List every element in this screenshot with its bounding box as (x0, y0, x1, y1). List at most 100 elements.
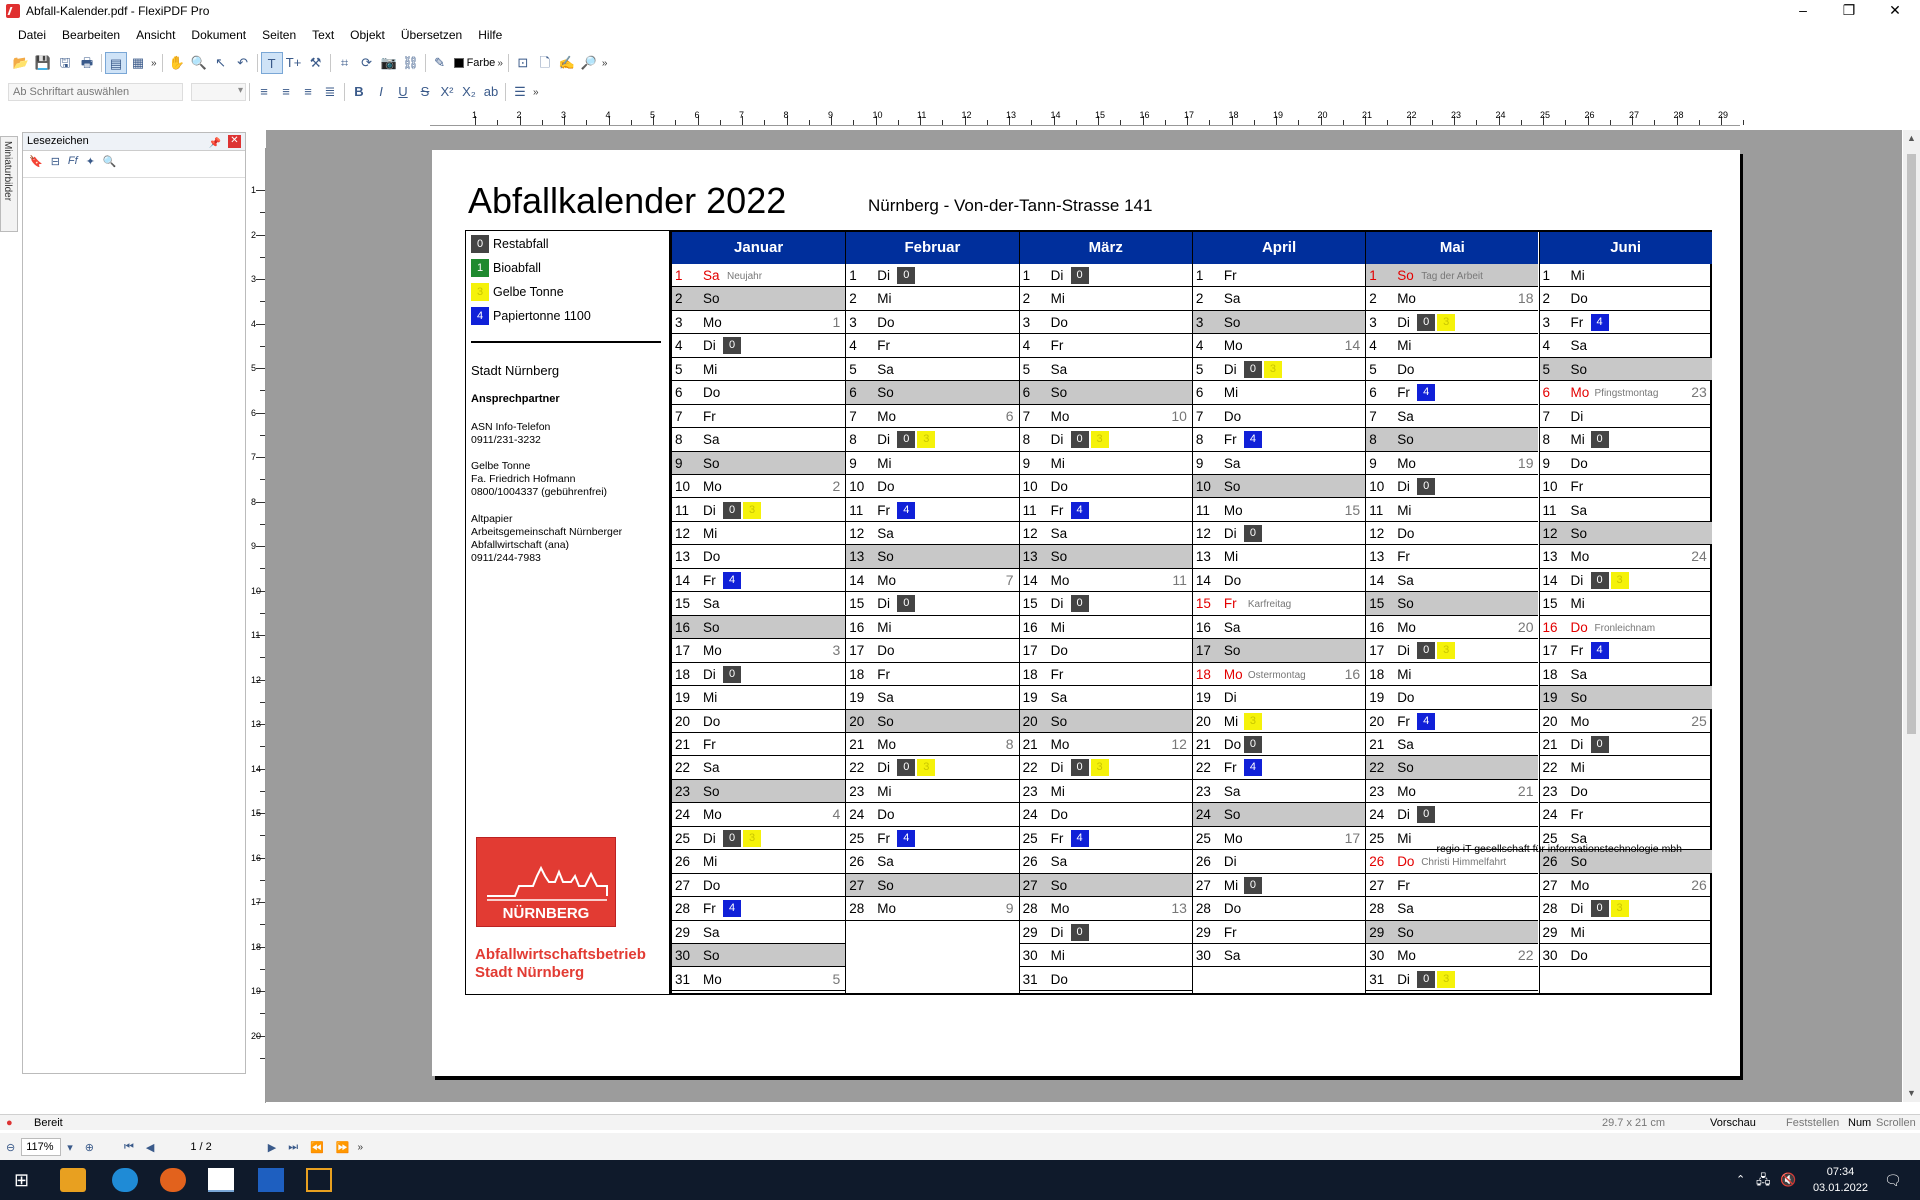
zoom-dropdown-icon[interactable]: ▾ (67, 1141, 73, 1154)
menu-hilfe[interactable]: Hilfe (478, 28, 502, 42)
hand-icon[interactable]: ✋ (166, 52, 188, 74)
highlight-icon[interactable]: ab (480, 81, 502, 103)
menu-uebersetzen[interactable]: Übersetzen (401, 28, 462, 42)
menu-dokument[interactable]: Dokument (191, 28, 246, 42)
color-swatch[interactable] (453, 58, 464, 68)
scroll-up-icon[interactable]: ▲ (1903, 130, 1920, 147)
thumbnails-tab[interactable]: Miniaturbilder (0, 136, 18, 232)
page-view-icon[interactable]: ▤ (105, 52, 127, 74)
font-select[interactable]: Ab Schriftart auswählen (8, 83, 183, 101)
align-center-icon[interactable]: ≡ (275, 81, 297, 103)
zoom-select[interactable]: 117% (21, 1138, 62, 1156)
page-indicator[interactable]: 1 / 2 (190, 1141, 211, 1153)
flexipdf-taskbar-icon[interactable] (208, 1168, 234, 1192)
day-number: 18 (1022, 666, 1038, 682)
menu-seiten[interactable]: Seiten (262, 28, 296, 42)
close-button[interactable]: ✕ (1872, 0, 1918, 22)
justify-icon[interactable]: ≣ (319, 81, 341, 103)
bold-icon[interactable]: B (348, 81, 370, 103)
strikethrough-icon[interactable]: S (414, 81, 436, 103)
ruler-tick (897, 120, 899, 125)
menu-objekt[interactable]: Objekt (350, 28, 385, 42)
print-icon[interactable]: 🖶 (76, 52, 98, 74)
font-style-icon[interactable]: Ff (68, 155, 78, 167)
system-clock[interactable]: 07:34 03.01.2022 (1813, 1164, 1868, 1196)
scroll-thumb[interactable] (1907, 154, 1916, 734)
font-size-select[interactable] (191, 83, 246, 101)
prev-page-icon[interactable]: ◀ (146, 1141, 154, 1154)
save-icon[interactable]: 💾 (32, 52, 54, 74)
text-tool-icon[interactable]: T (260, 52, 283, 74)
last-page-icon[interactable]: ⏭ (288, 1141, 298, 1154)
layout-icon[interactable]: ▦ (127, 52, 149, 74)
crop-icon[interactable]: ⌗ (334, 52, 356, 74)
form-icon[interactable]: ⊡ (512, 52, 534, 74)
zoom-in-icon[interactable]: ⊕ (85, 1141, 94, 1154)
notifications-icon[interactable]: 🗨 (1884, 1168, 1910, 1192)
menu-text[interactable]: Text (312, 28, 334, 42)
align-left-icon[interactable]: ≡ (253, 81, 275, 103)
start-icon[interactable]: ⊞ (14, 1168, 40, 1192)
minimize-button[interactable]: – (1780, 0, 1826, 22)
menu-datei[interactable]: Datei (18, 28, 46, 42)
remove-bookmark-icon[interactable]: ⊟ (51, 155, 60, 168)
ruler-label: 1 (472, 110, 478, 120)
color-label[interactable]: Farbe (467, 57, 496, 69)
day-number: 15 (1195, 596, 1211, 612)
align-right-icon[interactable]: ≡ (297, 81, 319, 103)
toolbar-more-icon-3[interactable]: » (602, 58, 608, 69)
toolbar-more-icon-4[interactable]: » (533, 87, 539, 98)
next-page-icon[interactable]: ▶ (268, 1141, 276, 1154)
first-page-icon[interactable]: ⏮ (124, 1141, 134, 1154)
day-number: 3 (1195, 314, 1204, 330)
toolbar-more-icon-2[interactable]: » (497, 58, 503, 69)
bookmarks-tree[interactable] (23, 177, 245, 1073)
subscript-icon[interactable]: X₂ (458, 81, 480, 103)
pin-icon[interactable]: 📌 (209, 135, 221, 152)
edge-icon[interactable] (112, 1168, 138, 1192)
back-icon[interactable]: ⏪ (310, 1141, 324, 1154)
save-as-icon[interactable]: 🖫 (54, 52, 76, 74)
search-bookmark-icon[interactable]: 🔍 (103, 155, 117, 168)
select-icon[interactable]: ↖ (210, 52, 232, 74)
maximize-button[interactable]: ❐ (1826, 0, 1872, 22)
outlook-icon[interactable] (60, 1168, 86, 1192)
day-number: 14 (849, 572, 865, 588)
nav-more-icon[interactable]: » (358, 1142, 364, 1153)
app-taskbar-icon[interactable] (306, 1168, 332, 1192)
underline-icon[interactable]: U (392, 81, 414, 103)
italic-icon[interactable]: I (370, 81, 392, 103)
zoom-out-icon[interactable]: ⊖ (6, 1141, 15, 1154)
day-number: 5 (1195, 361, 1204, 377)
search-page-icon[interactable]: 🔎 (578, 52, 600, 74)
text-insert-icon[interactable]: T+ (283, 52, 305, 74)
volume-icon[interactable]: 🔇 (1780, 1168, 1806, 1192)
network-icon[interactable]: 🖧 (1756, 1168, 1782, 1192)
pickup-badge: 4 (1417, 712, 1436, 730)
camera-icon[interactable]: 📷 (378, 52, 400, 74)
toolbar-more-icon[interactable]: » (151, 58, 157, 69)
new-page-icon[interactable]: 🗋 (534, 52, 556, 74)
week-number: 20 (1517, 618, 1534, 635)
open-icon[interactable]: 📂 (10, 52, 32, 74)
firefox-icon[interactable] (160, 1168, 186, 1192)
zoom-icon[interactable]: 🔍 (188, 52, 210, 74)
list-icon[interactable]: ☰ (509, 81, 531, 103)
save-taskbar-icon[interactable] (258, 1168, 284, 1192)
menu-ansicht[interactable]: Ansicht (136, 28, 175, 42)
rotate-icon[interactable]: ⟳ (356, 52, 378, 74)
menu-bearbeiten[interactable]: Bearbeiten (62, 28, 120, 42)
vertical-scrollbar[interactable]: ▲ ▼ (1903, 130, 1920, 1102)
edit-page-icon[interactable]: ✍ (556, 52, 578, 74)
forward-icon[interactable]: ⏩ (336, 1141, 350, 1154)
add-bookmark-icon[interactable]: 🔖 (29, 155, 43, 168)
scroll-down-icon[interactable]: ▼ (1903, 1085, 1920, 1102)
pipette-icon[interactable]: ✎ (429, 52, 451, 74)
format-paint-icon[interactable]: ⚒ (305, 52, 327, 74)
close-panel-icon[interactable]: ✕ (228, 135, 241, 148)
link-icon[interactable]: ⛓ (400, 52, 422, 74)
undo-icon[interactable]: ↶ (232, 52, 254, 74)
superscript-icon[interactable]: X² (436, 81, 458, 103)
wand-icon[interactable]: ✦ (86, 155, 95, 168)
pdf-page[interactable]: Abfallkalender 2022 Nürnberg - Von-der-T… (432, 150, 1740, 1076)
